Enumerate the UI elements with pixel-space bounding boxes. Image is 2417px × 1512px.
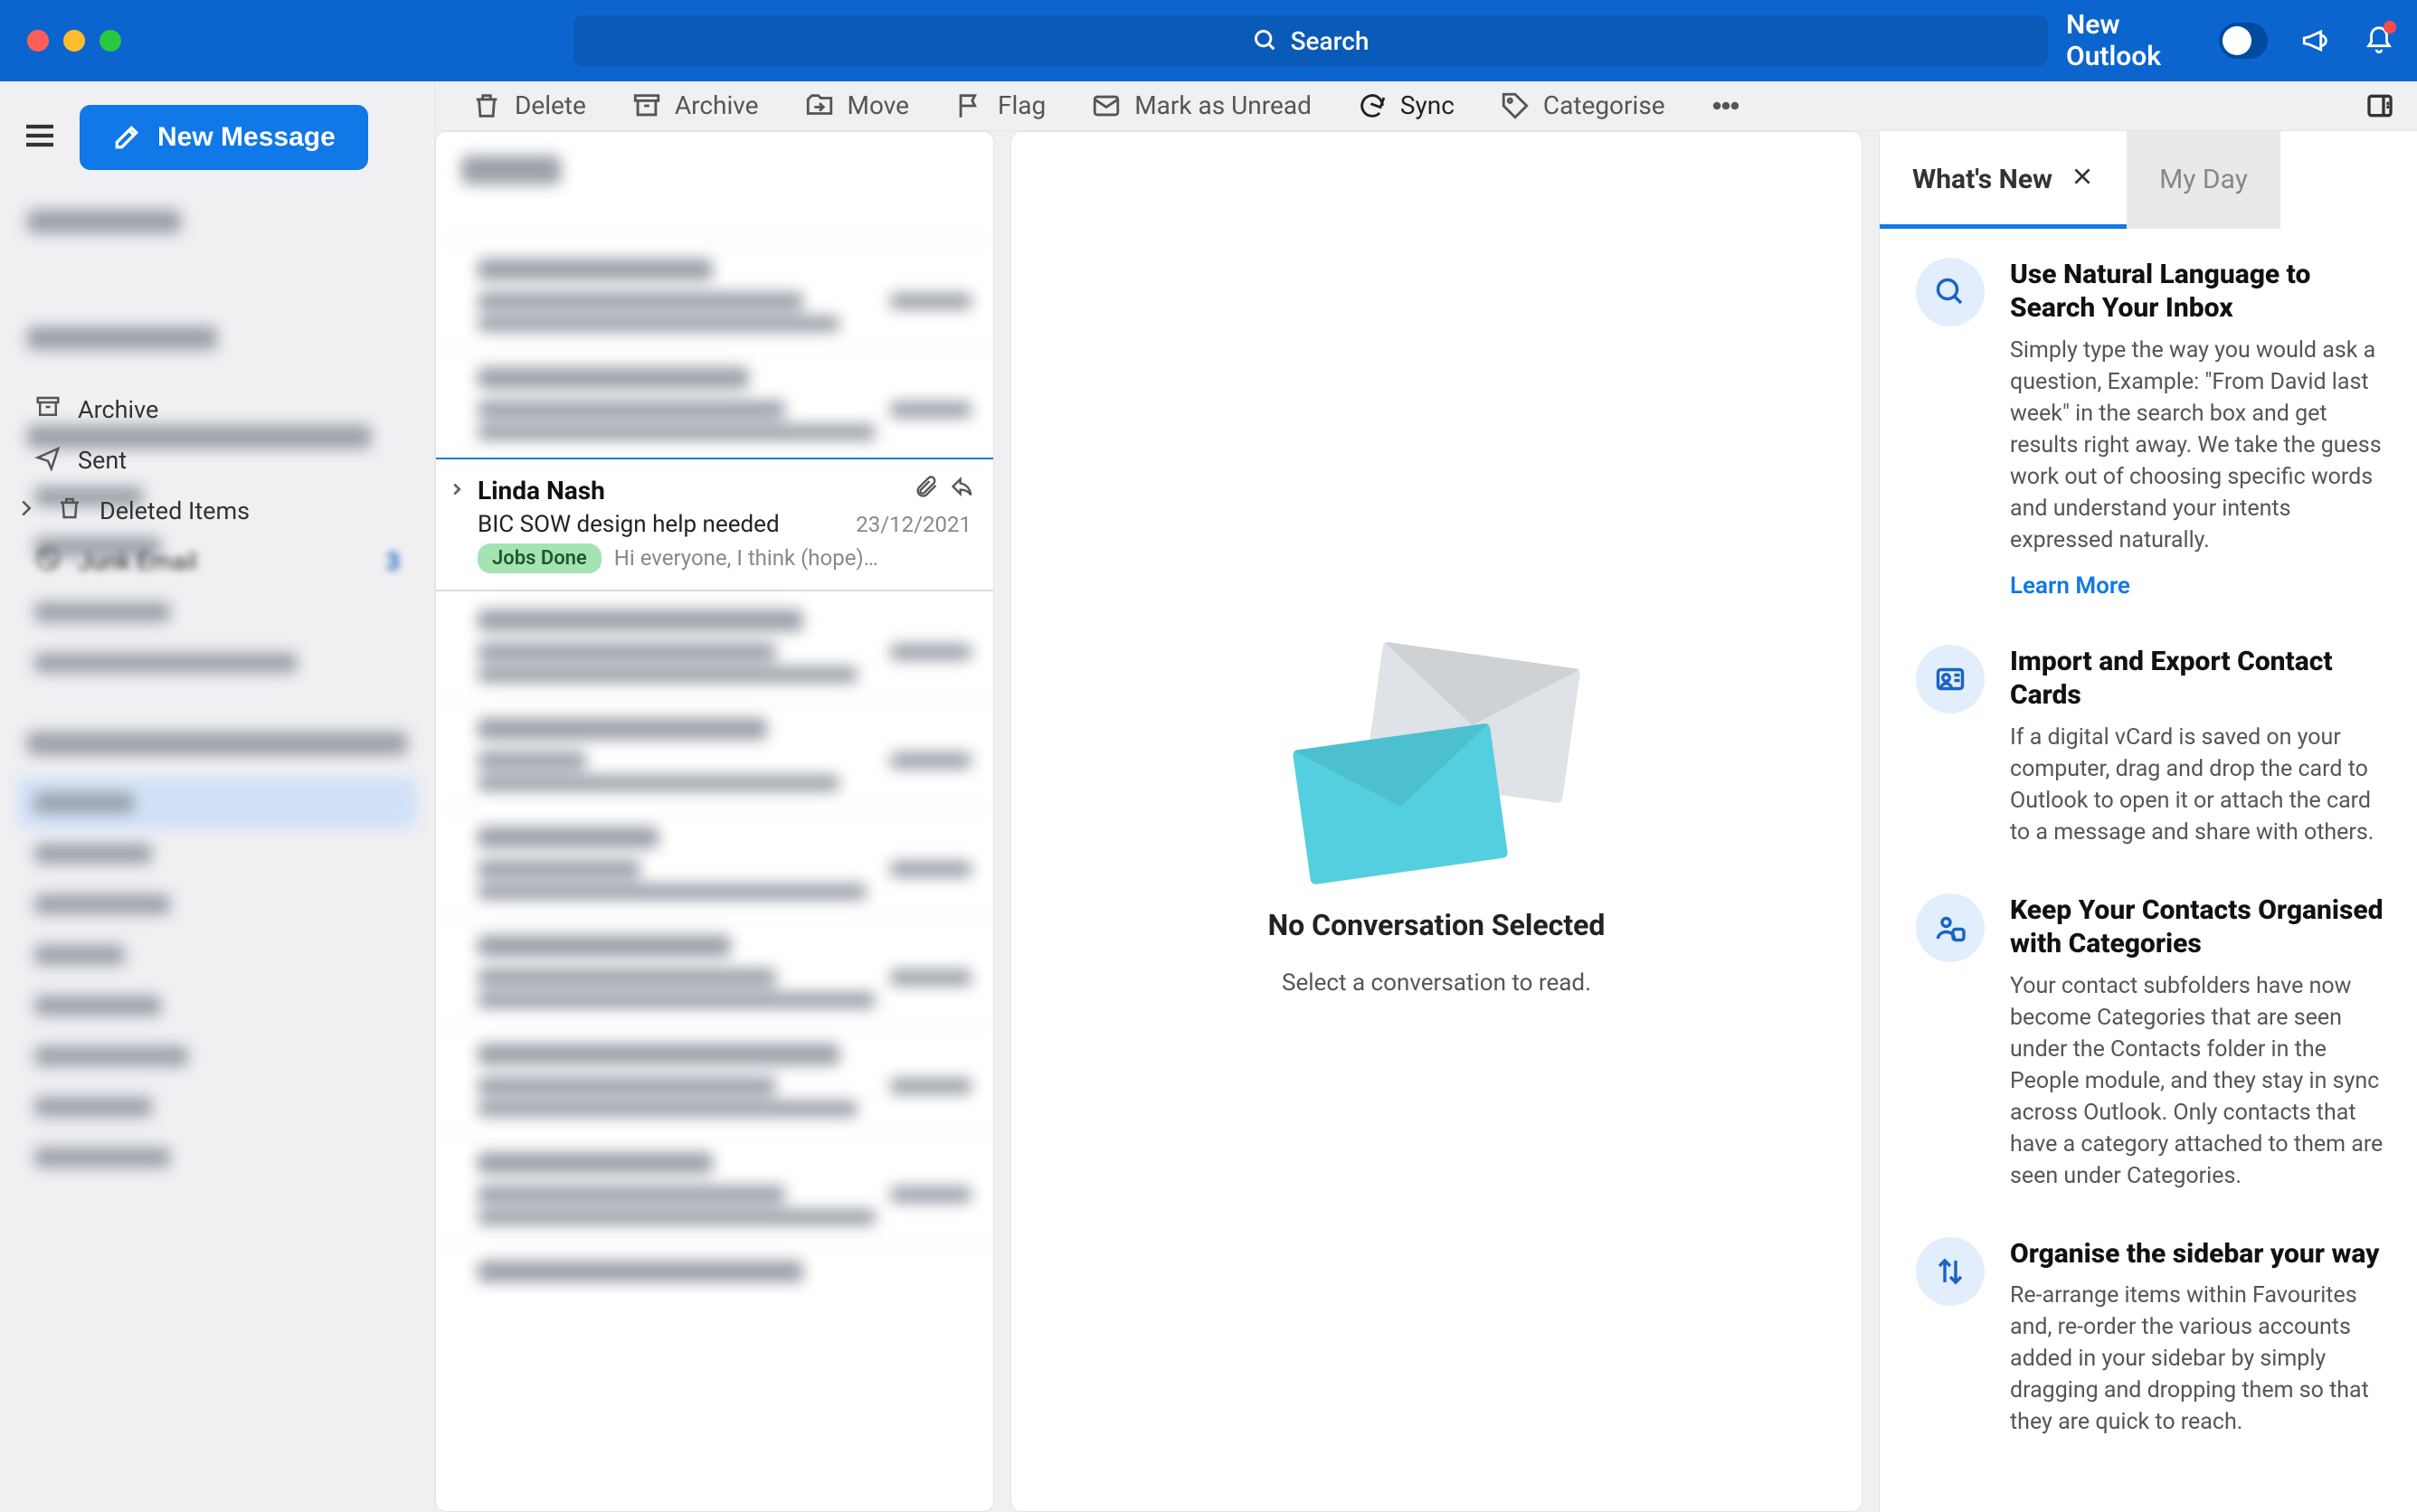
message-from: Linda Nash <box>478 476 972 506</box>
tool-label: Move <box>848 90 909 120</box>
list-item[interactable] <box>436 1025 993 1134</box>
empty-state-illustration <box>1283 646 1590 881</box>
feed-item: Keep Your Contacts Organised with Catego… <box>1916 893 2394 1192</box>
sidebar-item-label: Sent <box>78 446 127 475</box>
empty-state-title: No Conversation Selected <box>1268 908 1606 942</box>
feed-title: Use Natural Language to Search Your Inbo… <box>2010 258 2394 326</box>
tab-whats-new[interactable]: What's New <box>1880 131 2127 229</box>
sync-icon <box>1357 90 1388 121</box>
message-date: 23/12/2021 <box>856 512 972 537</box>
tab-my-day[interactable]: My Day <box>2127 131 2280 229</box>
sidebar-item-deleted[interactable]: Deleted Items <box>18 486 416 536</box>
tool-more[interactable] <box>1711 90 1741 121</box>
sidebar-item-archive[interactable]: Archive <box>18 384 416 435</box>
sort-arrows-icon <box>1916 1237 1985 1306</box>
tool-toggle-pane[interactable] <box>2365 91 2394 120</box>
message-list: Linda Nash BIC SOW design help needed 23… <box>435 131 994 1512</box>
attachment-icon <box>914 474 939 499</box>
tool-label: Archive <box>675 90 759 120</box>
list-item[interactable] <box>436 917 993 1025</box>
tool-delete[interactable]: Delete <box>471 90 586 121</box>
search-icon <box>1253 28 1278 53</box>
tool-label: Flag <box>998 90 1046 120</box>
sidebar-item-junk[interactable]: Junk Email 3 <box>18 536 416 587</box>
feed-title: Keep Your Contacts Organised with Catego… <box>2010 893 2394 961</box>
move-icon <box>804 90 835 121</box>
reading-pane: No Conversation Selected Select a conver… <box>1010 131 1863 1512</box>
search-icon <box>1916 258 1985 326</box>
tool-categorise[interactable]: Categorise <box>1500 90 1665 121</box>
feed-item: Use Natural Language to Search Your Inbo… <box>1916 258 2394 600</box>
reply-icon <box>950 474 975 499</box>
sent-icon <box>34 444 62 477</box>
list-item[interactable] <box>436 349 993 458</box>
trash-icon <box>471 90 502 121</box>
feed-item: Organise the sidebar your way Re-arrange… <box>1916 1237 2394 1439</box>
chevron-right-icon <box>447 479 467 503</box>
flag-icon <box>954 90 985 121</box>
feed-body: Simply type the way you would ask a ques… <box>2010 335 2394 556</box>
feed-body: Your contact subfolders have now become … <box>2010 970 2394 1192</box>
tool-mark-unread[interactable]: Mark as Unread <box>1091 90 1312 121</box>
right-panel: What's New My Day Use Natural Language t… <box>1879 131 2417 1512</box>
megaphone-icon[interactable] <box>2300 23 2331 59</box>
mail-icon <box>1091 90 1122 121</box>
tool-archive[interactable]: Archive <box>631 90 759 121</box>
people-category-icon <box>1916 893 1985 962</box>
tool-label: Categorise <box>1543 90 1665 120</box>
toolbar: Delete Archive Move Flag Mark as Unread … <box>435 81 2417 131</box>
message-subject: BIC SOW design help needed <box>478 511 780 538</box>
feed-body: Re-arrange items within Favourites and, … <box>2010 1280 2394 1438</box>
sidebar-folders-lower <box>0 587 434 1512</box>
tool-label: Sync <box>1400 90 1455 120</box>
sidebar-item-label: Junk Email <box>78 547 197 576</box>
archive-icon <box>631 90 662 121</box>
list-item[interactable] <box>436 1243 993 1305</box>
more-icon <box>1711 90 1741 121</box>
list-item-focused[interactable]: Linda Nash BIC SOW design help needed 23… <box>436 458 993 591</box>
junk-icon <box>34 545 62 579</box>
feed-title: Import and Export Contact Cards <box>2010 645 2394 713</box>
search-input[interactable]: Search <box>573 15 2048 66</box>
sidebar: New Message Archive Sent <box>0 81 435 1512</box>
tab-label: What's New <box>1912 164 2052 195</box>
tool-flag[interactable]: Flag <box>954 90 1046 121</box>
message-preview: Hi everyone, I think (hope)… <box>614 545 878 571</box>
feed-item: Import and Export Contact Cards If a dig… <box>1916 645 2394 848</box>
feed-link[interactable]: Learn More <box>2010 572 2130 600</box>
tool-label: Delete <box>515 90 586 120</box>
empty-state-subtitle: Select a conversation to read. <box>1282 969 1591 997</box>
chevron-right-icon <box>13 495 40 528</box>
sidebar-item-label: Archive <box>78 395 158 424</box>
bell-icon[interactable] <box>2364 23 2394 59</box>
new-outlook-label: New Outlook <box>2066 9 2186 72</box>
new-outlook-toggle[interactable] <box>2219 23 2268 59</box>
list-item[interactable] <box>436 808 993 917</box>
tab-label: My Day <box>2159 164 2248 195</box>
close-icon[interactable] <box>2071 164 2094 195</box>
tool-label: Mark as Unread <box>1134 90 1312 120</box>
panel-icon <box>2365 91 2394 120</box>
right-panel-tabs: What's New My Day <box>1880 131 2417 229</box>
list-item[interactable] <box>436 700 993 808</box>
message-list-header <box>436 132 993 241</box>
contact-card-icon <box>1916 645 1985 713</box>
tool-sync[interactable]: Sync <box>1357 90 1455 121</box>
tool-move[interactable]: Move <box>804 90 909 121</box>
list-item[interactable] <box>436 1134 993 1243</box>
search-placeholder: Search <box>1291 26 1370 56</box>
message-tag: Jobs Done <box>478 543 602 573</box>
feed-body: If a digital vCard is saved on your comp… <box>2010 722 2394 848</box>
sidebar-item-label: Deleted Items <box>100 496 250 525</box>
feed-title: Organise the sidebar your way <box>2010 1237 2394 1271</box>
sidebar-item-sent[interactable]: Sent <box>18 435 416 486</box>
tag-icon <box>1500 90 1531 121</box>
trash-icon <box>56 495 83 528</box>
list-item[interactable] <box>436 591 993 700</box>
archive-icon <box>34 393 62 427</box>
whats-new-feed: Use Natural Language to Search Your Inbo… <box>1880 229 2417 1512</box>
list-item[interactable] <box>436 241 993 349</box>
sidebar-badge: 3 <box>386 547 400 576</box>
